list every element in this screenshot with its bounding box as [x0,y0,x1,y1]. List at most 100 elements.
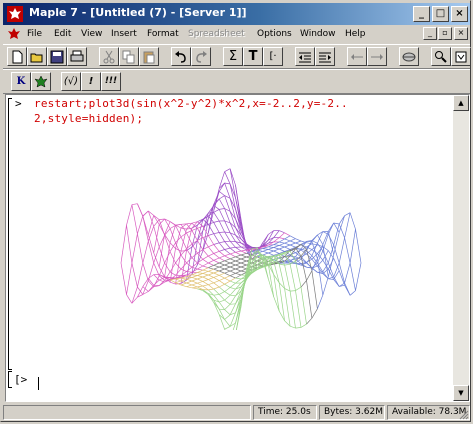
minimize-button[interactable]: _ [413,6,430,22]
mesh-line-x [191,274,198,276]
mesh-line-x [169,221,176,226]
mesh-line-y [208,253,214,257]
mesh-line-x [229,240,236,248]
mesh-line-y [213,262,220,266]
mesh-line-y [191,275,198,278]
text-input-button[interactable]: T [243,47,263,66]
execution-group-bracket[interactable] [8,98,12,370]
worksheet[interactable]: > restart;plot3d(sin(x^2-y^2)*x^2,x=-2..… [5,94,470,402]
mesh-line-y [213,242,220,245]
mesh-line-x [224,241,231,249]
redo-button[interactable] [191,47,211,66]
command-input-line-2[interactable]: 2,style=hidden); [34,112,143,125]
k-button[interactable]: K [11,72,31,91]
open-file-button[interactable] [27,47,47,66]
outdent-button[interactable] [295,47,315,66]
mesh-line-x [284,288,291,327]
mesh-line-x [169,271,176,276]
copy-button[interactable] [119,47,139,66]
menu-insert[interactable]: Insert [111,29,137,39]
zoom-button[interactable] [431,47,451,66]
mesh-line-y [224,231,231,234]
mesh-line-y [208,268,214,272]
forward-button[interactable] [367,47,387,66]
menu-edit[interactable]: Edit [54,29,71,39]
maximize-button[interactable]: □ [432,6,449,22]
mesh-line-y [213,257,220,261]
restart-button[interactable] [451,47,471,66]
mesh-line-x [284,265,291,292]
menu-bar: File Edit View Insert Format Spreadsheet… [3,26,470,44]
menu-options[interactable]: Options [257,29,292,39]
cut-button[interactable] [99,47,119,66]
mesh-line-x [219,266,225,270]
command-input-line-1[interactable]: restart;plot3d(sin(x^2-y^2)*x^2,x=-2..2,… [34,97,348,110]
math-input-button[interactable]: Σ [223,47,243,66]
execute-all-button[interactable]: !!! [101,72,121,91]
mesh-line-y [186,266,193,272]
mesh-line-x [349,229,356,264]
paste-button[interactable] [139,47,159,66]
doc-close-button[interactable]: × [454,27,468,40]
scroll-down-button[interactable]: ▼ [453,385,469,401]
indent-button[interactable] [315,47,335,66]
maple-tools-button[interactable] [31,72,51,91]
resize-grip-icon[interactable] [457,408,469,420]
mesh-line-x [240,262,247,266]
math-expression-button[interactable]: (√) [61,72,81,91]
mesh-line-x [317,234,324,245]
mesh-line-x [218,209,225,222]
mesh-line-x [197,282,203,287]
mesh-line-y [262,252,269,256]
mesh-line-y [295,286,302,291]
mesh-line-y [208,282,214,286]
mesh-line-x [219,270,225,274]
mesh-line-x [137,203,144,217]
back-button[interactable] [347,47,367,66]
stop-button[interactable] [399,47,419,66]
mesh-line-x [355,262,362,291]
menu-spreadsheet[interactable]: Spreadsheet [188,29,245,39]
indent-icon [319,52,331,63]
mesh-line-x [218,191,225,196]
save-button[interactable] [47,47,67,66]
menu-help[interactable]: Help [345,29,366,39]
mesh-line-y [284,263,291,266]
mesh-line-y [224,266,231,270]
mesh-line-y [197,225,203,229]
mesh-line-x [218,301,225,310]
mesh-line-y [279,238,285,243]
menu-window[interactable]: Window [300,29,336,39]
plot3d-output[interactable] [116,145,366,330]
menu-format[interactable]: Format [147,29,179,39]
status-message [3,405,251,420]
menu-view[interactable]: View [81,29,102,39]
empty-group-bracket[interactable] [8,371,12,388]
new-file-button[interactable] [7,47,27,66]
document-system-icon[interactable] [7,27,21,41]
close-button[interactable]: × [451,6,468,22]
execute-button[interactable]: ! [81,72,101,91]
mesh-line-y [328,222,334,232]
mesh-line-x [191,230,198,241]
title-bar[interactable]: Maple 7 - [Untitled (7) - [Server 1]] _ … [3,3,470,25]
mesh-line-y [191,282,198,286]
mesh-line-y [229,288,236,296]
mesh-line-x [191,287,198,290]
mesh-line-x [289,264,296,291]
doc-restore-button[interactable]: ▫ [438,27,452,40]
mesh-line-y [224,314,231,320]
doc-minimize-button[interactable]: _ [423,27,437,40]
insert-group-button[interactable]: [· [263,47,283,66]
vertical-scrollbar[interactable]: ▲ ▼ [453,95,469,401]
mesh-line-x [311,270,318,309]
menu-file[interactable]: File [27,29,42,39]
print-button[interactable] [67,47,87,66]
scroll-up-button[interactable]: ▲ [453,95,469,111]
mesh-line-x [197,278,203,282]
mesh-line-x [268,246,274,248]
undo-button[interactable] [171,47,191,66]
mesh-line-y [338,215,345,233]
mesh-line-y [235,274,242,279]
printer-icon [70,50,84,62]
